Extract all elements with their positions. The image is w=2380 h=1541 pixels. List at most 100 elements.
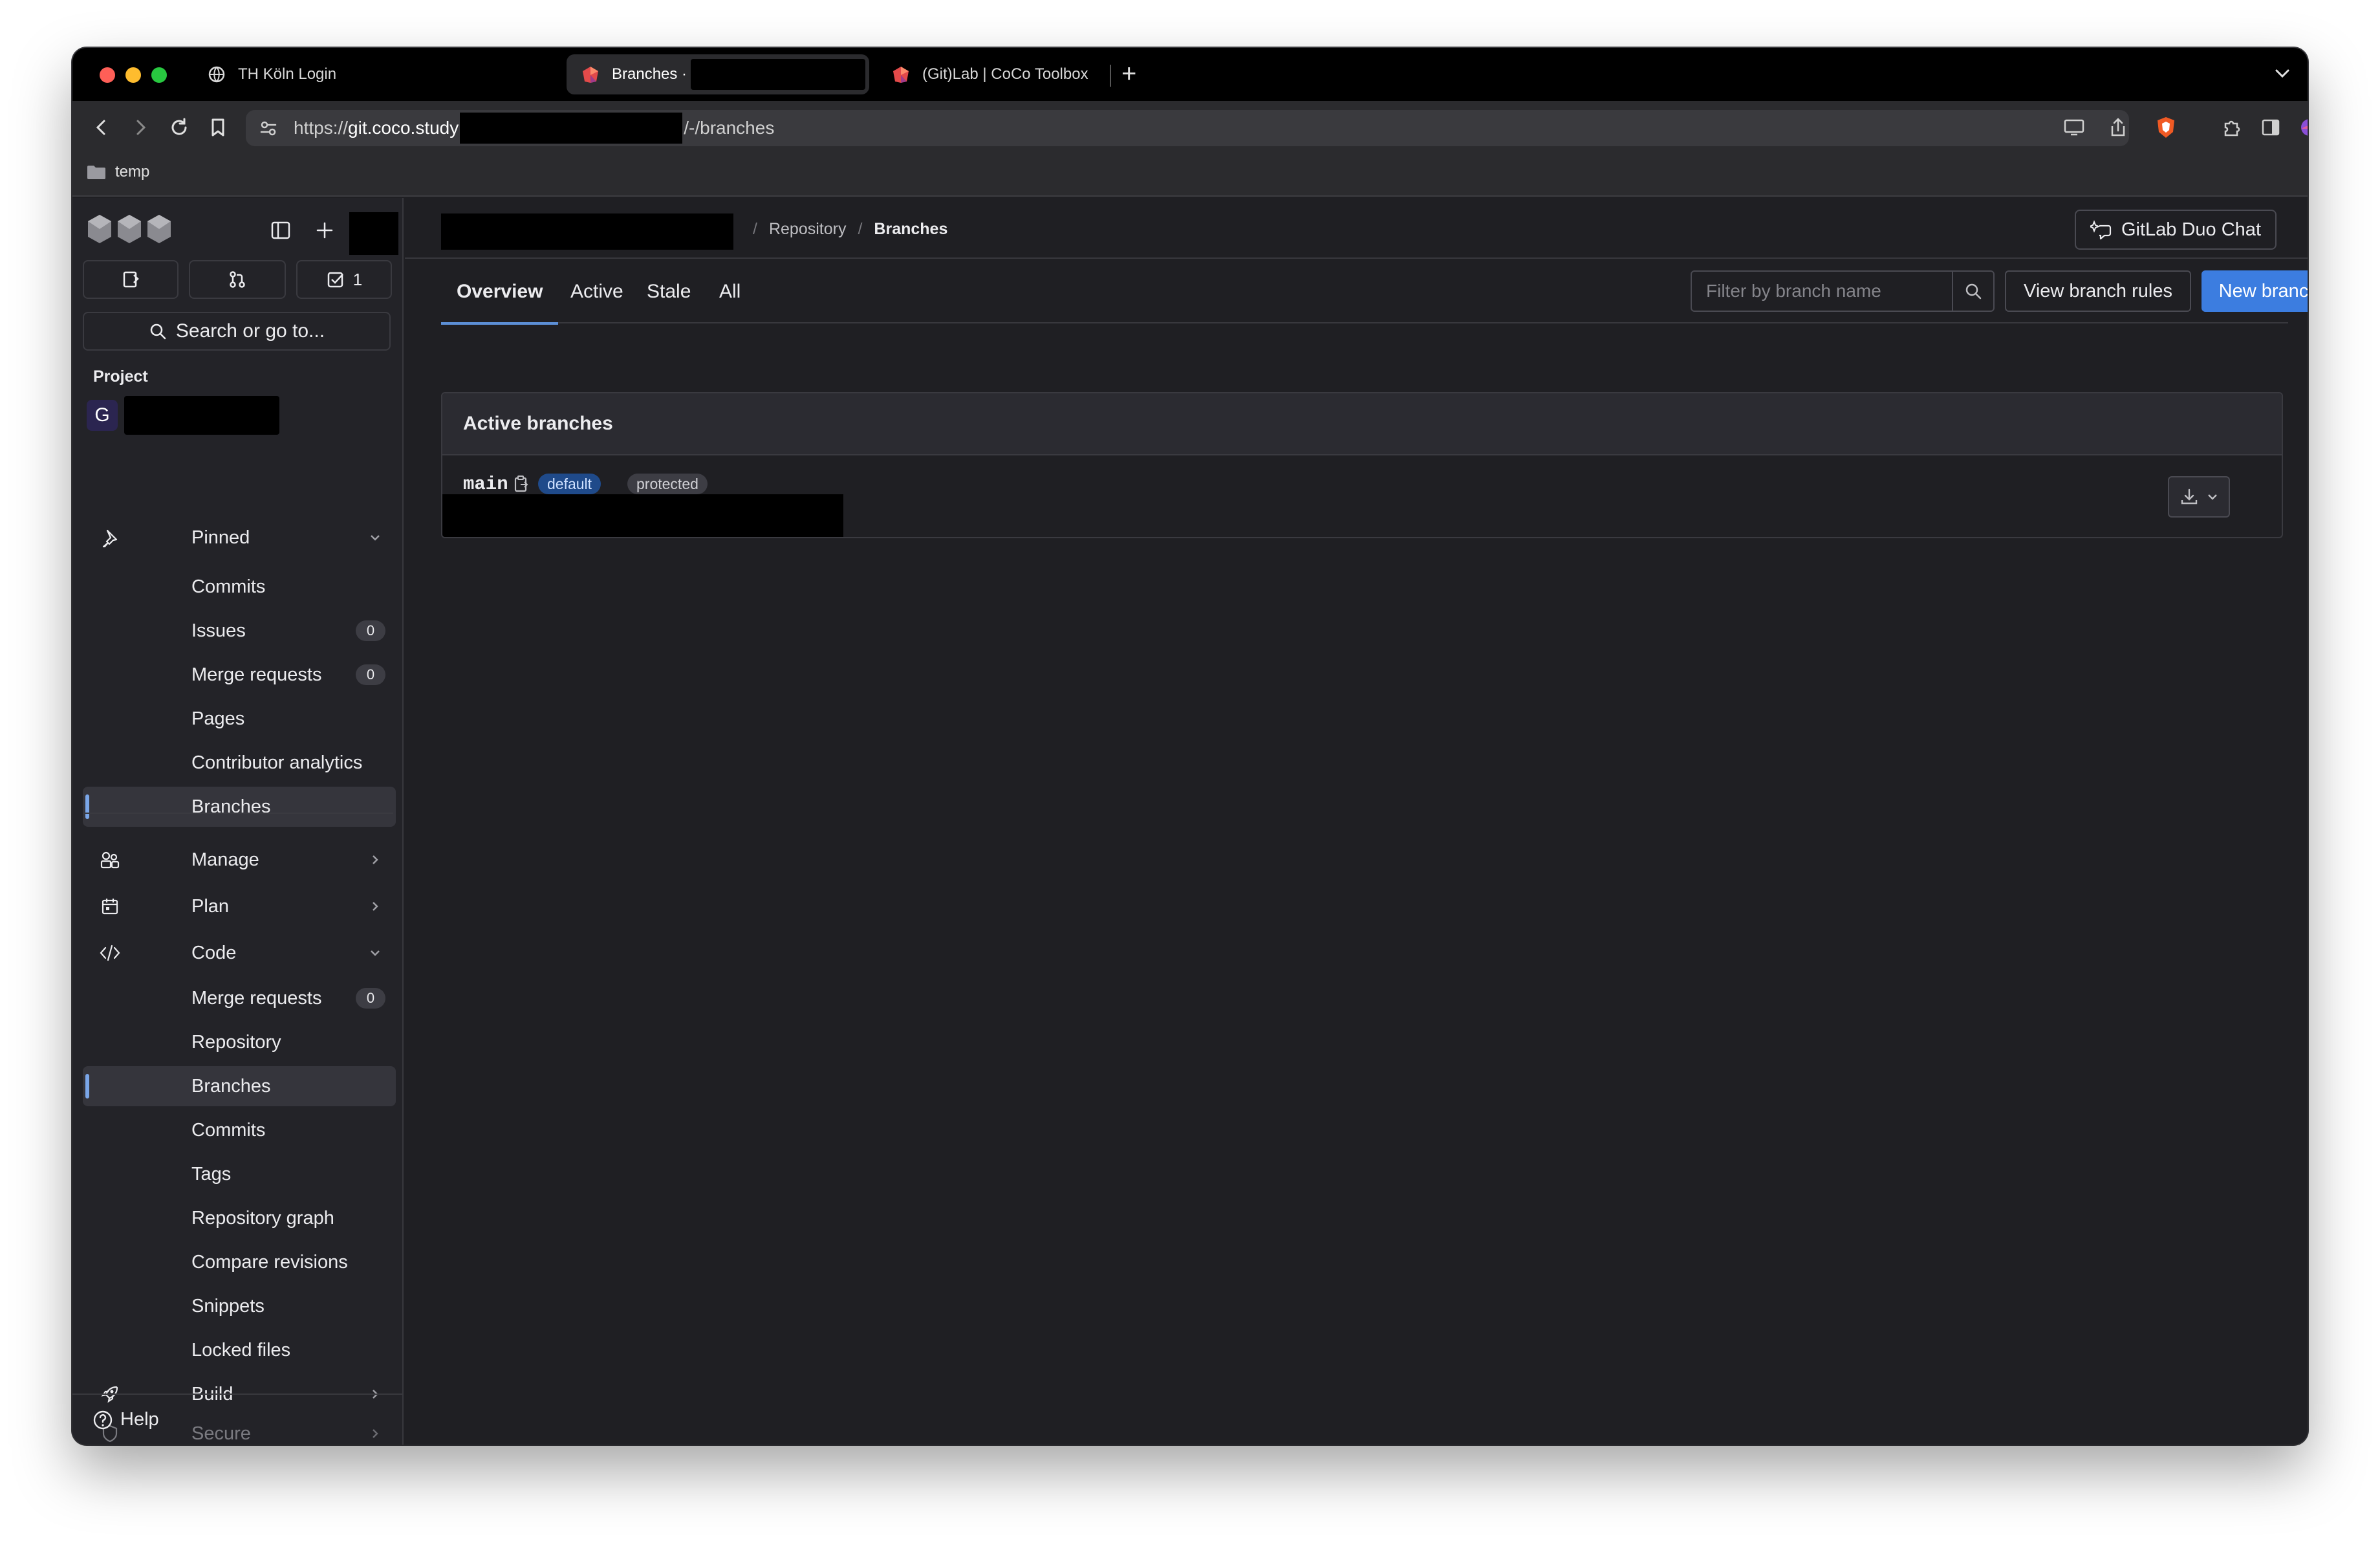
code-icon xyxy=(97,940,123,966)
sidebar-group-code[interactable]: Code xyxy=(83,933,396,973)
bookmark-button[interactable] xyxy=(204,114,232,141)
bookmark-folder-temp[interactable]: temp xyxy=(87,163,149,181)
brave-shields-button[interactable] xyxy=(2152,114,2180,141)
extensions-button[interactable] xyxy=(2218,114,2245,141)
cast-button[interactable] xyxy=(2061,114,2088,141)
sidebar-group-plan[interactable]: Plan xyxy=(83,886,396,926)
tab-stale[interactable]: Stale xyxy=(647,260,691,323)
sidebar-item-label: Contributor analytics xyxy=(191,752,363,773)
coco-logo-icon[interactable] xyxy=(85,211,176,248)
branch-toolbar: Overview Active Stale All View bra xyxy=(405,260,2308,325)
tab-divider xyxy=(1110,65,1111,87)
user-avatar[interactable] xyxy=(349,212,398,255)
share-button[interactable] xyxy=(2104,114,2132,141)
branch-filter-input[interactable] xyxy=(1692,272,1951,311)
sidebar-group-label: Pinned xyxy=(191,527,250,548)
branch-name-link[interactable]: main xyxy=(463,474,508,495)
browser-tab-coco-toolbox[interactable]: (Git)Lab | CoCo Toolbox xyxy=(877,54,1097,94)
plus-icon xyxy=(316,222,333,239)
sidebar-item-tags[interactable]: Tags xyxy=(83,1154,396,1194)
breadcrumb-current[interactable]: Branches xyxy=(874,220,947,239)
tab-overview[interactable]: Overview xyxy=(441,260,559,325)
sidebar-group-pinned[interactable]: Pinned xyxy=(83,518,396,558)
sidebar-item-code-merge-requests[interactable]: Merge requests 0 xyxy=(83,978,396,1018)
copy-branch-name-button[interactable] xyxy=(511,472,532,496)
count-badge: 0 xyxy=(356,988,385,1009)
sidebar-item-branches[interactable]: Branches xyxy=(83,1066,396,1106)
sidebar-toggle-button[interactable] xyxy=(2257,114,2284,141)
chevron-right-icon xyxy=(367,852,383,868)
tab-all[interactable]: All xyxy=(719,260,741,323)
sidebar-item-pinned-issues[interactable]: Issues 0 xyxy=(83,611,396,651)
sidebar-item-label: Compare revisions xyxy=(191,1251,348,1273)
help-button[interactable]: Help xyxy=(72,1393,402,1445)
chevron-down-icon[interactable] xyxy=(2273,63,2292,83)
sidebar-item-pinned-pages[interactable]: Pages xyxy=(83,699,396,739)
gitlab-favicon-icon xyxy=(893,67,909,83)
sidebar-group-label: Plan xyxy=(191,895,230,917)
puzzle-icon xyxy=(2224,120,2240,137)
sidebar-item-label: Issues xyxy=(191,620,246,641)
sidebar-item-label: Locked files xyxy=(191,1339,291,1361)
sidebar-item-label: Tags xyxy=(191,1163,232,1185)
cast-icon xyxy=(2064,119,2084,136)
assigned-issues-button[interactable] xyxy=(83,260,178,299)
sidebar-item-locked-files[interactable]: Locked files xyxy=(83,1330,396,1370)
bookmarks-bar: temp xyxy=(72,154,2308,197)
collapse-sidebar-button[interactable] xyxy=(268,217,294,243)
todo-list-button[interactable]: 1 xyxy=(296,260,392,299)
share-icon xyxy=(2111,118,2125,137)
browser-tab-title: TH Köln Login xyxy=(238,65,337,83)
sidebar-item-snippets[interactable]: Snippets xyxy=(83,1286,396,1326)
reload-button[interactable] xyxy=(166,114,193,141)
forward-button[interactable] xyxy=(127,114,154,141)
site-settings-icon[interactable] xyxy=(259,118,278,138)
sidebar-item-pinned-branches[interactable]: Branches xyxy=(83,787,396,827)
create-new-button[interactable] xyxy=(312,217,338,243)
profile-button[interactable] xyxy=(2296,114,2308,141)
sidebar-item-compare-revisions[interactable]: Compare revisions xyxy=(83,1242,396,1282)
search-icon xyxy=(150,323,166,340)
browser-toolbar: https:// git.coco.study /-/branches xyxy=(72,101,2308,154)
browser-tab-title: (Git)Lab | CoCo Toolbox xyxy=(922,65,1088,83)
profile-avatar-icon xyxy=(2301,119,2308,136)
close-window-button[interactable] xyxy=(100,67,115,83)
filter-search-button[interactable] xyxy=(1952,272,1993,311)
todo-checkbox-icon xyxy=(327,272,343,288)
browser-tab-branches[interactable]: Branches · xyxy=(567,54,869,94)
back-button[interactable] xyxy=(88,114,115,141)
sidebar-item-pinned-merge-requests[interactable]: Merge requests 0 xyxy=(83,655,396,695)
sidebar-item-repository[interactable]: Repository xyxy=(83,1022,396,1062)
new-tab-button[interactable]: + xyxy=(1121,60,1136,88)
default-badge: default xyxy=(538,474,601,494)
browser-tab-th-koln[interactable]: TH Köln Login xyxy=(193,54,555,94)
sidebar-item-repository-graph[interactable]: Repository graph xyxy=(83,1198,396,1238)
project-link[interactable]: G xyxy=(87,396,279,435)
sidebar-item-commits[interactable]: Commits xyxy=(83,1110,396,1150)
download-dropdown-button[interactable] xyxy=(2168,476,2230,518)
sidebar-item-pinned-commits[interactable]: Commits xyxy=(83,567,396,607)
minimize-window-button[interactable] xyxy=(125,67,141,83)
arrow-right-icon xyxy=(136,120,146,135)
breadcrumb-repository[interactable]: Repository xyxy=(769,220,847,239)
globe-icon xyxy=(208,66,225,83)
tab-label: Overview xyxy=(457,281,543,302)
card-title: Active branches xyxy=(442,393,2282,455)
tab-active[interactable]: Active xyxy=(570,260,623,323)
maximize-window-button[interactable] xyxy=(151,67,167,83)
tab-strip: TH Köln Login Branches · (Git)Lab | CoCo… xyxy=(72,48,2308,101)
address-bar[interactable]: https:// git.coco.study /-/branches xyxy=(246,110,2129,146)
new-branch-button[interactable]: New branch xyxy=(2202,270,2308,312)
sidebar-group-manage[interactable]: Manage xyxy=(83,840,396,880)
sidebar-group-label: Manage xyxy=(191,849,259,870)
view-branch-rules-button[interactable]: View branch rules xyxy=(2005,270,2191,312)
sidebar-item-pinned-contributor-analytics[interactable]: Contributor analytics xyxy=(83,743,396,783)
todo-count: 1 xyxy=(352,269,363,289)
duo-chat-button[interactable]: GitLab Duo Chat xyxy=(2075,210,2277,250)
redacted-block xyxy=(124,396,279,435)
top-bar: / Repository / Branches GitLab Duo Chat xyxy=(405,198,2308,259)
browser-tab-title: Branches · xyxy=(612,65,687,83)
search-or-go-to-button[interactable]: Search or go to... xyxy=(83,312,391,351)
sidebar-item-label: Branches xyxy=(191,796,271,817)
merge-requests-quick-button[interactable] xyxy=(189,260,286,299)
